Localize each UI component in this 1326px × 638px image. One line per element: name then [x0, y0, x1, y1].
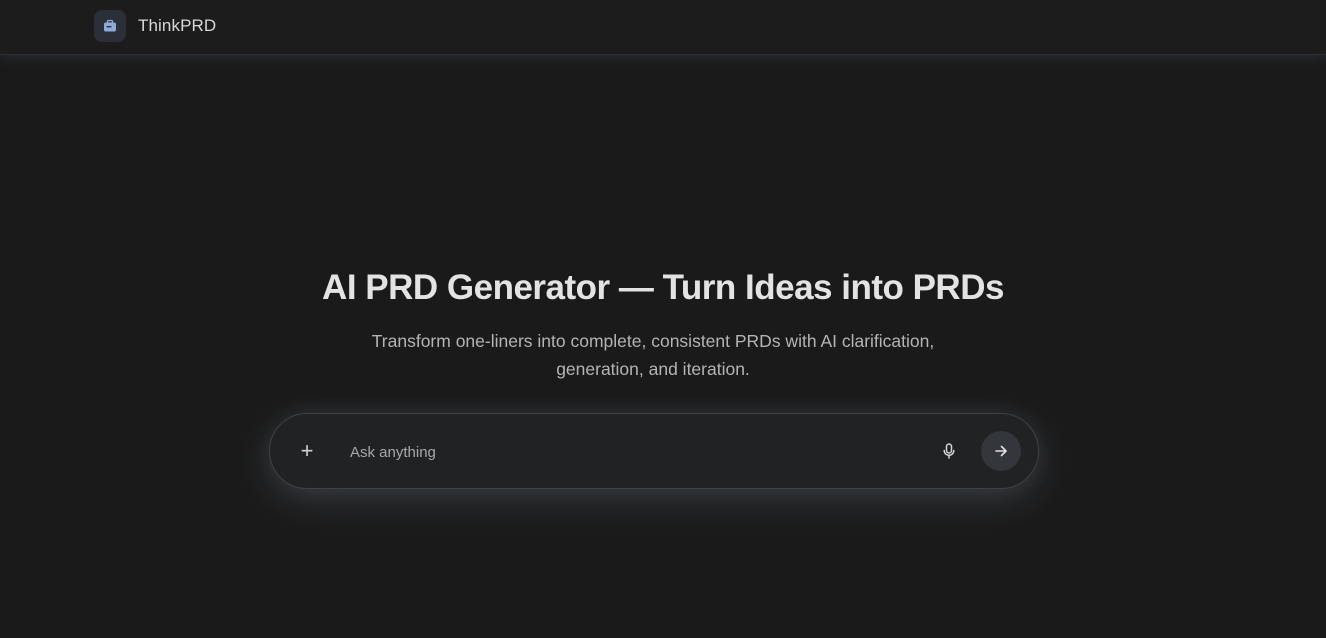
prompt-input[interactable] — [350, 438, 920, 466]
voice-input-button[interactable] — [936, 438, 962, 464]
arrow-right-icon — [995, 445, 1007, 457]
briefcase-icon — [104, 19, 116, 32]
page-title: AI PRD Generator — Turn Ideas into PRDs — [322, 268, 1004, 307]
page-subtitle: Transform one-liners into complete, cons… — [371, 331, 935, 379]
add-attachment-button[interactable]: + — [290, 436, 324, 466]
top-header: ThinkPRD — [0, 0, 1326, 55]
microphone-icon — [943, 443, 955, 459]
plus-icon: + — [300, 438, 314, 463]
send-button[interactable] — [981, 431, 1021, 471]
app-logo[interactable] — [94, 10, 126, 42]
brand-name[interactable]: ThinkPRD — [138, 16, 216, 36]
